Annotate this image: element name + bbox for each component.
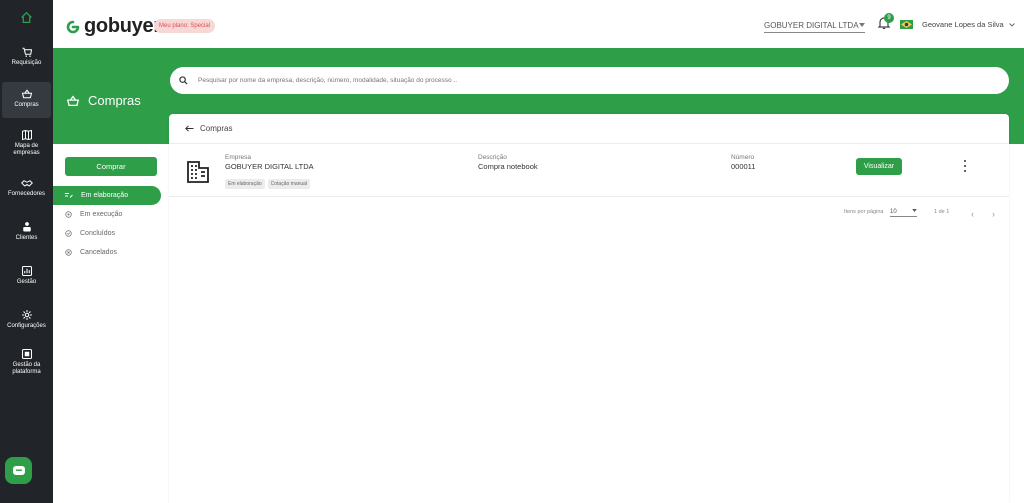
basket-icon xyxy=(21,89,32,99)
number-column: Número 000011 xyxy=(731,154,755,171)
arrow-left-icon xyxy=(185,125,194,132)
rail-item-gestao[interactable]: Gestão xyxy=(2,265,51,287)
edit-list-icon xyxy=(65,193,73,198)
purchases-panel: Compras Empresa GOBUYER DIGITAL LTDA Em … xyxy=(169,114,1009,503)
left-nav-rail: Requisição Compras Mapa de empresas Forn… xyxy=(0,0,53,503)
page-range: 1 de 1 xyxy=(934,209,950,215)
search-bar[interactable] xyxy=(170,67,1009,94)
search-input[interactable] xyxy=(198,77,798,84)
company-column: Empresa GOBUYER DIGITAL LTDA xyxy=(225,154,314,171)
user-menu[interactable]: Geovane Lopes da Silva xyxy=(922,20,1015,29)
status-sidenav: Comprar Em elaboração Em execução Conclu… xyxy=(53,144,169,503)
check-circle-icon xyxy=(65,230,72,237)
plan-badge[interactable]: Meu plano: Special xyxy=(154,19,216,33)
handshake-icon xyxy=(20,180,33,187)
rail-item-mapa[interactable]: Mapa de empresas xyxy=(2,129,51,159)
sidenav-item-label: Em elaboração xyxy=(81,192,129,199)
rail-item-requisicao[interactable]: Requisição xyxy=(2,46,51,68)
number-label: Número xyxy=(731,154,755,161)
dashboard-icon xyxy=(21,348,32,360)
status-tag: Em elaboração xyxy=(225,179,265,189)
company-label: Empresa xyxy=(225,154,252,161)
rail-item-clientes[interactable]: Clientes xyxy=(2,221,51,243)
chevron-down-icon xyxy=(1008,22,1015,27)
map-icon xyxy=(21,129,32,141)
chat-button[interactable] xyxy=(5,457,32,484)
sidenav-item-label: Em execução xyxy=(80,211,123,218)
items-per-page-label: Itens por página xyxy=(844,209,884,215)
page-title: Compras xyxy=(88,93,141,108)
clock-icon xyxy=(65,211,72,218)
rail-item-label: Gestão xyxy=(16,279,37,285)
building-icon xyxy=(187,161,209,183)
page-heading: Compras xyxy=(66,93,141,108)
rail-item-label: Clientes xyxy=(15,235,38,241)
breadcrumb[interactable]: Compras xyxy=(185,124,232,133)
description-column: Descrição Compra notebook xyxy=(478,154,538,171)
rail-item-label: Compras xyxy=(14,102,39,108)
brand-logo[interactable]: gobuyer. xyxy=(65,15,165,38)
sidenav-item-em-execucao[interactable]: Em execução xyxy=(53,205,161,224)
chart-icon xyxy=(21,265,32,277)
purchase-row: Empresa GOBUYER DIGITAL LTDA Em elaboraç… xyxy=(169,143,1009,197)
buy-button[interactable]: Comprar xyxy=(65,157,157,176)
rail-item-label: Requisição xyxy=(11,60,42,66)
brand-name: gobuyer. xyxy=(84,15,165,37)
status-tags: Em elaboração Cotação manual xyxy=(225,179,311,189)
prev-page-icon[interactable]: ‹ xyxy=(971,209,974,219)
more-options-icon[interactable] xyxy=(963,160,967,172)
cart-icon xyxy=(22,47,32,57)
gear-icon xyxy=(21,310,32,320)
search-icon xyxy=(179,76,188,85)
caret-down-icon xyxy=(912,209,917,212)
rail-item-gestao-plataforma[interactable]: Gestão da plataforma xyxy=(2,348,51,380)
modality-tag: Cotação manual xyxy=(267,179,311,189)
items-per-page-value: 10 xyxy=(890,209,897,215)
rail-item-compras[interactable]: Compras xyxy=(2,82,51,118)
sidenav-item-label: Concluídos xyxy=(80,230,116,237)
sidenav-item-concluidos[interactable]: Concluídos xyxy=(53,224,161,243)
company-select[interactable]: GOBUYER DIGITAL LTDA xyxy=(764,18,865,33)
number-value: 000011 xyxy=(731,162,756,171)
rail-item-fornecedores[interactable]: Fornecedores xyxy=(2,177,51,199)
basket-icon xyxy=(66,95,80,106)
description-label: Descrição xyxy=(478,154,507,161)
gobuyer-logo-icon xyxy=(66,20,80,33)
company-value: GOBUYER DIGITAL LTDA xyxy=(225,162,314,171)
items-per-page-select[interactable]: 10 xyxy=(890,209,917,217)
rail-item-label: Fornecedores xyxy=(7,191,46,197)
caret-down-icon xyxy=(859,23,865,27)
brazil-flag-icon[interactable] xyxy=(900,20,913,29)
company-select-value: GOBUYER DIGITAL LTDA xyxy=(764,20,859,30)
view-button[interactable]: Visualizar xyxy=(856,158,902,175)
rail-item-configuracoes[interactable]: Configurações xyxy=(2,309,51,331)
cancel-circle-icon xyxy=(65,249,72,256)
description-value: Compra notebook xyxy=(478,162,538,171)
rail-item-label: Mapa de empresas xyxy=(13,143,40,156)
people-icon xyxy=(22,222,31,232)
chat-icon xyxy=(12,465,25,475)
breadcrumb-label: Compras xyxy=(200,124,233,133)
top-header: gobuyer. Meu plano: Special GOBUYER DIGI… xyxy=(53,3,1024,48)
rail-item-label: Gestão da plataforma xyxy=(12,362,41,375)
home-icon[interactable] xyxy=(20,11,33,24)
notification-count-badge: 9 xyxy=(884,13,894,23)
sidenav-item-label: Cancelados xyxy=(80,249,117,256)
next-page-icon[interactable]: › xyxy=(992,209,995,219)
sidenav-item-em-elaboracao[interactable]: Em elaboração xyxy=(53,186,161,205)
user-name: Geovane Lopes da Silva xyxy=(922,20,1004,29)
sidenav-item-cancelados[interactable]: Cancelados xyxy=(53,243,161,262)
rail-item-label: Configurações xyxy=(7,323,46,329)
